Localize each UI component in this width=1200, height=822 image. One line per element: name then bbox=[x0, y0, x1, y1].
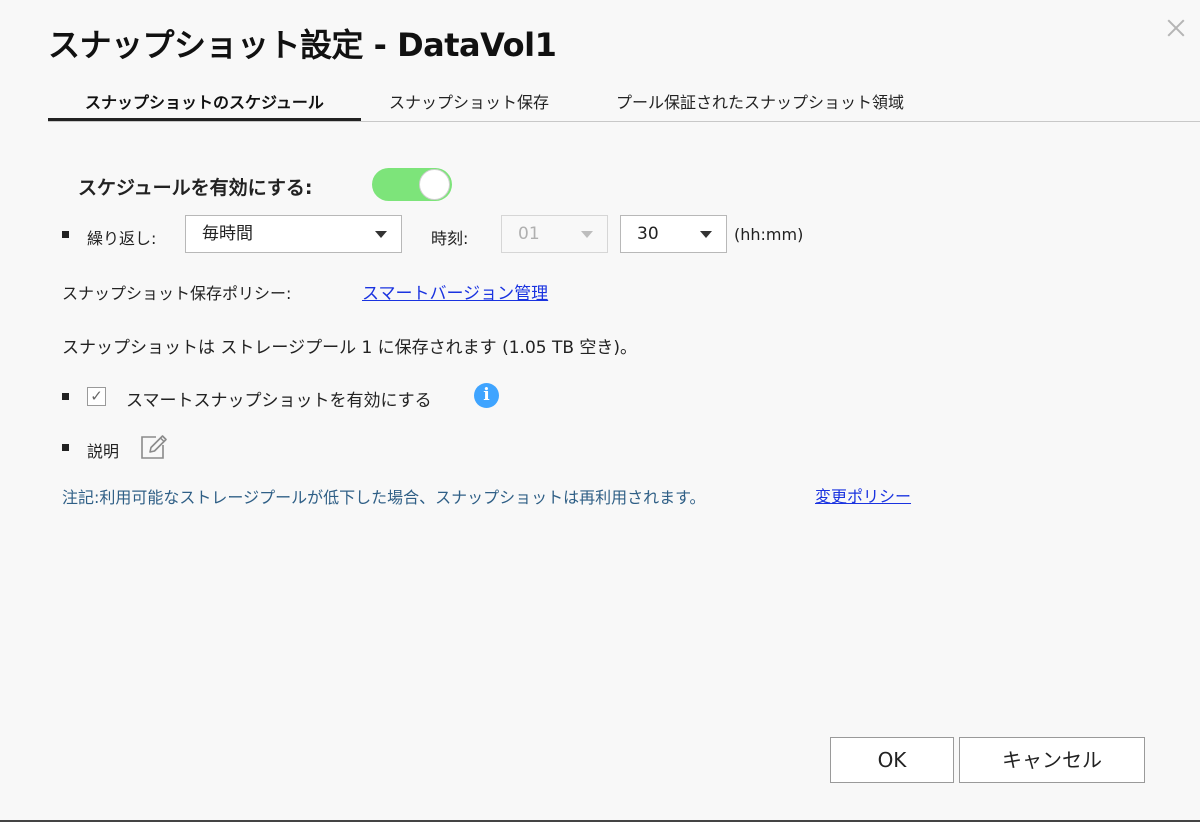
minute-select[interactable]: 30 bbox=[620, 215, 727, 253]
toggle-knob bbox=[419, 169, 450, 200]
repeat-label: 繰り返し: bbox=[87, 229, 157, 248]
edit-icon[interactable] bbox=[140, 434, 168, 460]
bullet-icon bbox=[62, 444, 69, 451]
ok-button[interactable]: OK bbox=[830, 737, 954, 783]
time-label: 時刻: bbox=[431, 229, 469, 248]
smart-snapshot-label: スマートスナップショットを有効にする bbox=[126, 391, 432, 411]
storage-info-text: スナップショットは ストレージプール 1 に保存されます (1.05 TB 空き… bbox=[62, 338, 638, 358]
tab-bar: スナップショットのスケジュール スナップショット保存 プール保証されたスナップシ… bbox=[48, 88, 1200, 122]
cancel-button[interactable]: キャンセル bbox=[959, 737, 1145, 783]
bullet-icon bbox=[62, 393, 69, 400]
minute-select-value: 30 bbox=[637, 224, 659, 244]
repeat-select-value: 毎時間 bbox=[202, 224, 253, 244]
snapshot-settings-dialog: スナップショット設定 - DataVol1 スナップショットのスケジュール スナ… bbox=[0, 0, 1200, 822]
info-icon[interactable]: i bbox=[474, 383, 499, 408]
smart-versioning-link[interactable]: スマートバージョン管理 bbox=[362, 279, 548, 304]
tab-snapshot-retention[interactable]: スナップショット保存 bbox=[389, 88, 549, 120]
description-label: 説明 bbox=[87, 442, 120, 461]
change-policy-link[interactable]: 変更ポリシー bbox=[815, 483, 911, 507]
hour-select-value: 01 bbox=[518, 224, 540, 244]
repeat-select[interactable]: 毎時間 bbox=[185, 215, 402, 253]
tab-guaranteed-snapshot-space[interactable]: プール保証されたスナップショット領域 bbox=[616, 88, 904, 120]
chevron-down-icon bbox=[581, 231, 593, 238]
smart-snapshot-checkbox[interactable]: ✓ bbox=[87, 387, 106, 406]
close-icon[interactable] bbox=[1162, 14, 1190, 42]
retention-policy-label: スナップショット保存ポリシー: bbox=[62, 284, 292, 303]
dialog-title: スナップショット設定 - DataVol1 bbox=[48, 26, 557, 64]
bullet-icon bbox=[62, 231, 69, 238]
hour-select: 01 bbox=[501, 215, 608, 253]
time-format-hint: (hh:mm) bbox=[734, 225, 804, 244]
tab-snapshot-schedule[interactable]: スナップショットのスケジュール bbox=[48, 88, 361, 121]
enable-schedule-label: スケジュールを有効にする: bbox=[78, 177, 313, 199]
chevron-down-icon bbox=[700, 231, 712, 238]
chevron-down-icon bbox=[375, 231, 387, 238]
enable-schedule-toggle[interactable] bbox=[372, 168, 452, 201]
reclaim-note: 注記:利用可能なストレージプールが低下した場合、スナップショットは再利用されます… bbox=[62, 488, 706, 507]
